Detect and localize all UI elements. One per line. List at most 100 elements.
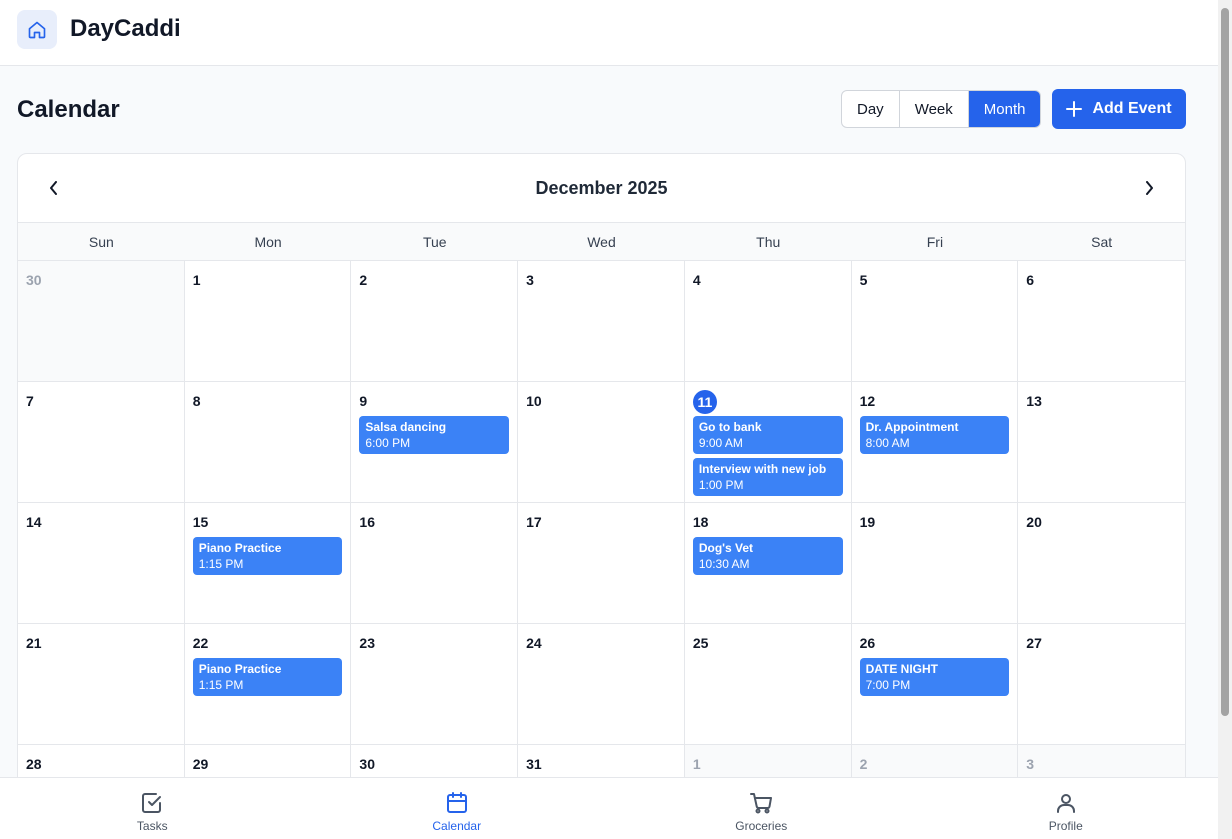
view-day-button[interactable]: Day [842,91,900,127]
month-grid: 30 1 2 3 4 5 6 7 8 9 Salsa dancing 6:00 PM 10 11 Go to… [18,261,1185,792]
event-title: Salsa dancing [365,420,447,434]
home-logo-button[interactable] [17,10,57,49]
weekday-label: Sun [88,233,114,250]
checkbox-icon [142,792,162,813]
day-cell[interactable]: 4 [684,261,852,382]
event-title: Piano Practice [198,541,282,555]
top-bar: DayCaddi [0,0,1218,66]
day-number: 10 [526,393,542,409]
event-chip[interactable]: Interview with new job 1:00 PM [692,458,843,496]
day-number: 1 [192,272,201,288]
day-number: 30 [359,756,375,772]
nav-profile[interactable]: Profile [914,778,1219,839]
chevron-left-icon [50,181,57,195]
day-cell[interactable]: 11 Go to bank 9:00 AM Interview with new jo… [684,382,852,503]
day-cell[interactable]: 15 Piano Practice 1:15 PM [184,503,352,624]
scrollbar-thumb[interactable] [1221,8,1229,716]
calendar-icon [446,791,467,813]
day-cell[interactable]: 27 [1018,624,1185,745]
day-cell[interactable]: 18 Dog's Vet 10:30 AM [684,503,852,624]
weekday-label: Fri [926,233,944,250]
day-cell[interactable]: 17 [518,503,685,624]
event-chip[interactable]: Dog's Vet 10:30 AM [692,537,843,575]
view-week-button[interactable]: Week [900,91,969,127]
weekday-label: Sat [1091,233,1113,250]
nav-tasks-label: Tasks [136,818,168,833]
nav-tasks[interactable]: Tasks [0,778,305,839]
day-cell[interactable]: 3 [518,261,685,382]
day-cell[interactable]: 30 [18,261,185,382]
day-cell[interactable]: 8 [184,382,352,503]
calendar-card: December 2025 Sun Mon Tue Wed Thu Fri Sa… [17,153,1186,793]
plus-icon [1066,101,1083,117]
event-chip[interactable]: Piano Practice 1:15 PM [192,537,343,575]
event-time: 9:00 AM [698,436,743,450]
day-number: 27 [1026,635,1042,651]
day-cell[interactable]: 9 Salsa dancing 6:00 PM [351,382,519,503]
weekday-label: Wed [587,233,616,250]
prev-month-button[interactable] [44,178,64,198]
day-number: 1 [692,756,701,772]
nav-calendar[interactable]: Calendar [305,778,610,839]
day-cell[interactable]: 12 Dr. Appointment 8:00 AM [851,382,1019,503]
page-scrollbar[interactable] [1218,0,1232,839]
month-label: December 2025 [535,177,668,198]
day-cell[interactable]: 7 [18,382,185,503]
day-cell[interactable]: 10 [518,382,685,503]
event-time: 7:00 PM [865,678,911,692]
day-cell[interactable]: 19 [851,503,1019,624]
day-number: 20 [1026,514,1042,530]
chevron-right-icon [1146,181,1153,195]
day-number: 6 [1026,272,1035,288]
event-title: DATE NIGHT [865,662,939,676]
day-cell[interactable]: 14 [18,503,185,624]
event-chip[interactable]: DATE NIGHT 7:00 PM [859,658,1010,696]
day-number: 12 [859,393,876,409]
day-number: 16 [359,514,375,530]
day-cell[interactable]: 16 [351,503,519,624]
day-number: 14 [26,514,42,530]
view-month-button[interactable]: Month [968,91,1041,127]
view-toggle: Day Week Month [841,90,1042,128]
day-number: 4 [692,272,701,288]
event-chip[interactable]: Dr. Appointment 8:00 AM [859,416,1010,454]
day-number: 9 [359,393,368,409]
day-number: 30 [26,272,42,288]
event-time: 6:00 PM [365,436,411,450]
event-time: 1:15 PM [198,678,244,692]
day-cell[interactable]: 1 [184,261,352,382]
event-title: Dog's Vet [698,541,754,555]
day-cell[interactable]: 6 [1018,261,1185,382]
day-number: 13 [1026,393,1042,409]
day-number: 15 [192,514,209,530]
day-number: 22 [192,635,209,651]
day-cell[interactable]: 5 [851,261,1019,382]
day-number: 31 [526,756,542,772]
user-icon [1056,793,1075,813]
event-time: 8:00 AM [865,436,910,450]
day-cell[interactable]: 13 [1018,382,1185,503]
event-chip[interactable]: Salsa dancing 6:00 PM [359,416,510,454]
day-cell[interactable]: 22 Piano Practice 1:15 PM [184,624,352,745]
day-cell[interactable]: 20 [1018,503,1185,624]
add-event-button[interactable]: Add Event [1052,89,1186,129]
day-number: 17 [526,514,542,530]
day-cell[interactable]: 25 [684,624,852,745]
day-number: 23 [359,635,375,651]
nav-groceries[interactable]: Groceries [609,778,914,839]
next-month-button[interactable] [1139,178,1159,198]
day-cell[interactable]: 23 [351,624,519,745]
weekday-label: Tue [422,233,447,250]
day-number: 25 [692,635,709,651]
day-cell[interactable]: 2 [351,261,519,382]
event-chip[interactable]: Piano Practice 1:15 PM [192,658,343,696]
day-cell[interactable]: 24 [518,624,685,745]
bottom-navigation: Tasks Calendar Groceries Profile [0,777,1218,839]
day-cell[interactable]: 26 DATE NIGHT 7:00 PM [851,624,1019,745]
day-cell[interactable]: 21 [18,624,185,745]
event-chip[interactable]: Go to bank 9:00 AM [692,416,843,454]
day-number: 29 [192,756,209,772]
day-number: 18 [692,514,709,530]
event-time: 1:15 PM [198,557,244,571]
add-event-label: Add Event [1092,100,1172,117]
